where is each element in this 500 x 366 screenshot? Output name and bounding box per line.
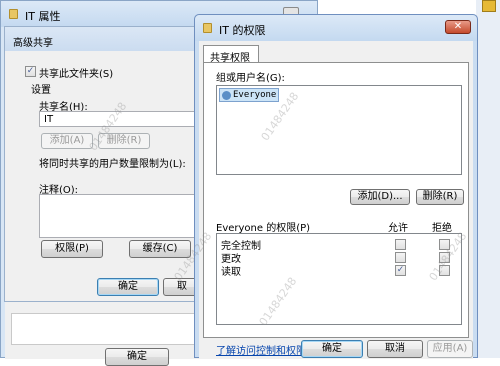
allow-header: 允许 [388, 223, 408, 234]
folder-icon [9, 9, 18, 19]
user-limit-label: 将同时共享的用户数量限制为(L): [39, 159, 186, 170]
add-user-button[interactable]: 添加(D)... [350, 189, 410, 205]
background-window-icon [482, 0, 496, 12]
group-users-label: 组或用户名(G): [216, 73, 285, 84]
user-name: Everyone [233, 90, 277, 100]
tab-share-permissions[interactable]: 共享权限 [203, 45, 259, 64]
permissions-button[interactable]: 权限(P) [41, 240, 103, 258]
allow-full-control-checkbox[interactable] [395, 239, 406, 250]
tab-panel: 组或用户名(G): Everyone 添加(D)... 删除(R) Everyo… [203, 62, 469, 357]
share-folder-checkbox[interactable]: ✓ [25, 66, 36, 77]
share-name-value: IT [44, 114, 54, 125]
folder-icon [203, 23, 212, 33]
allow-change-checkbox[interactable] [395, 252, 406, 263]
remove-user-button[interactable]: 删除(R) [416, 189, 464, 205]
advanced-ok-button[interactable]: 确定 [97, 278, 159, 296]
permissions-dialog: IT 的权限 ✕ 共享权限 组或用户名(G): Everyone 添加(D)..… [194, 14, 478, 359]
permissions-ok-button[interactable]: 确定 [301, 340, 363, 358]
permissions-cancel-button[interactable]: 取消 [367, 340, 423, 358]
background-window-edge [476, 0, 500, 358]
users-group-icon [222, 91, 231, 100]
permissions-titlebar: IT 的权限 ✕ [195, 15, 477, 41]
close-icon[interactable]: ✕ [445, 20, 471, 34]
user-row-everyone[interactable]: Everyone [219, 88, 279, 102]
comment-input[interactable] [39, 194, 209, 238]
learn-permissions-link[interactable]: 了解访问控制和权限 [216, 342, 306, 357]
users-listbox[interactable]: Everyone [216, 85, 462, 175]
share-folder-label: 共享此文件夹(S) [39, 69, 114, 80]
properties-ok-button[interactable]: 确定 [105, 348, 169, 366]
permissions-header: Everyone 的权限(P) [216, 223, 311, 234]
permissions-apply-button[interactable]: 应用(A) [427, 340, 473, 358]
permissions-title: IT 的权限 [219, 24, 266, 37]
properties-title: IT 属性 [25, 10, 61, 23]
add-share-button[interactable]: 添加(A) [41, 133, 93, 149]
perm-name: 读取 [221, 267, 241, 278]
settings-label: 设置 [31, 85, 51, 96]
advanced-title: 高级共享 [13, 38, 53, 49]
permissions-list: 完全控制 更改 读取 ✓ [216, 233, 462, 325]
allow-read-checkbox[interactable]: ✓ [395, 265, 406, 276]
cache-button[interactable]: 缓存(C) [129, 240, 191, 258]
deny-header: 拒绝 [432, 223, 452, 234]
permissions-body: 共享权限 组或用户名(G): Everyone 添加(D)... 删除(R) E… [199, 41, 473, 359]
